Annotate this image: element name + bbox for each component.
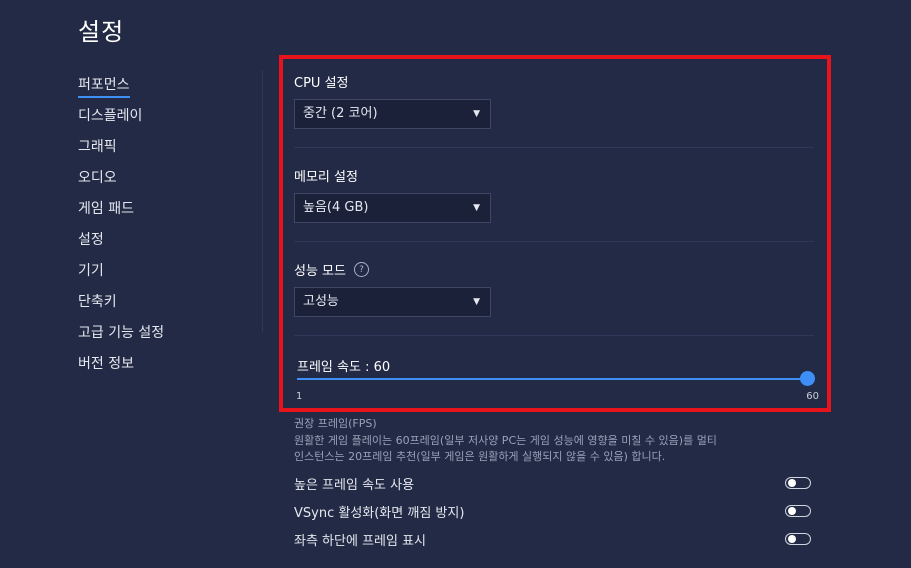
mode-label: 성능 모드: [294, 264, 346, 279]
mode-label-row: 성능 모드 ?: [294, 260, 814, 279]
recommended-line-1: 원활한 게임 플레이는 60프레임(일부 저사양 PC는 게임 성능에 영향을 …: [294, 434, 717, 447]
sidebar-divider: [262, 70, 263, 332]
mode-section: 성능 모드 ? 고성능 ▼: [294, 260, 814, 317]
page-title: 설정: [78, 18, 125, 46]
sidebar-item-label: 버전 정보: [78, 356, 134, 372]
sidebar-item-device[interactable]: 기기: [78, 258, 248, 289]
toggle-knob: [788, 479, 796, 487]
memory-select-value: 높음(4 GB): [303, 200, 369, 215]
sidebar-item-settings[interactable]: 설정: [78, 227, 248, 258]
memory-label: 메모리 설정: [294, 170, 358, 185]
toggle-row-vsync: VSync 활성화(화면 깨짐 방지): [294, 502, 814, 522]
sidebar-item-label: 디스플레이: [78, 108, 143, 124]
performance-panel: CPU 설정 중간 (2 코어) ▼ 메모리 설정 높음(4 GB) ▼ 성능 …: [279, 55, 831, 412]
sidebar-item-graphics[interactable]: 그래픽: [78, 134, 248, 165]
toggle-label: VSync 활성화(화면 깨짐 방지): [294, 506, 465, 521]
recommended-line-2: 인스턴스는 20프레임 추천(일부 게임은 원활하게 실행되지 않을 수 있음)…: [294, 450, 666, 463]
section-divider: [294, 335, 814, 336]
sidebar-item-display[interactable]: 디스플레이: [78, 103, 248, 134]
section-divider: [294, 241, 814, 242]
show-fps-toggle[interactable]: [785, 533, 811, 545]
sidebar-item-label: 고급 기능 설정: [78, 325, 165, 341]
dropdown-arrow-icon: ▼: [473, 203, 480, 213]
memory-section: 메모리 설정 높음(4 GB) ▼: [294, 166, 814, 223]
sidebar-item-label: 그래픽: [78, 139, 117, 155]
recommended-fps-description: 원활한 게임 플레이는 60프레임(일부 저사양 PC는 게임 성능에 영향을 …: [294, 433, 794, 465]
sidebar-item-gamepad[interactable]: 게임 패드: [78, 196, 248, 227]
sidebar-item-label: 퍼포먼스: [78, 74, 130, 98]
mode-select[interactable]: 고성능 ▼: [294, 287, 491, 317]
toggle-knob: [788, 535, 796, 543]
fps-min-label: 1: [296, 391, 303, 402]
toggle-row-show-fps: 좌측 하단에 프레임 표시: [294, 530, 814, 550]
sidebar-item-label: 설정: [78, 232, 104, 248]
fps-max-label: 60: [806, 391, 819, 402]
fps-slider[interactable]: [297, 371, 815, 386]
sidebar-item-label: 오디오: [78, 170, 117, 186]
sidebar-item-audio[interactable]: 오디오: [78, 165, 248, 196]
toggle-knob: [788, 507, 796, 515]
vsync-toggle[interactable]: [785, 505, 811, 517]
sidebar-item-label: 게임 패드: [78, 201, 134, 217]
cpu-section: CPU 설정 중간 (2 코어) ▼: [294, 72, 814, 129]
help-icon[interactable]: ?: [353, 262, 369, 277]
mode-select-value: 고성능: [303, 294, 339, 309]
memory-select[interactable]: 높음(4 GB) ▼: [294, 193, 491, 223]
sidebar-item-advanced[interactable]: 고급 기능 설정: [78, 320, 248, 351]
sidebar-item-performance[interactable]: 퍼포먼스: [78, 72, 248, 103]
cpu-select-value: 중간 (2 코어): [303, 106, 378, 121]
sidebar-item-label: 기기: [78, 263, 104, 279]
cpu-select[interactable]: 중간 (2 코어) ▼: [294, 99, 491, 129]
recommended-fps-title: 권장 프레임(FPS): [294, 417, 377, 430]
toggle-label: 좌측 하단에 프레임 표시: [294, 534, 426, 549]
dropdown-arrow-icon: ▼: [473, 297, 480, 307]
toggle-label: 높은 프레임 속도 사용: [294, 478, 415, 493]
cpu-label: CPU 설정: [294, 76, 349, 91]
fps-label: 프레임 속도 : 60: [297, 360, 391, 375]
dropdown-arrow-icon: ▼: [473, 109, 480, 119]
sidebar-item-label: 단축키: [78, 294, 117, 310]
settings-sidebar: 퍼포먼스 디스플레이 그래픽 오디오 게임 패드 설정 기기 단축키 고급 기능…: [78, 72, 248, 382]
fps-slider-handle[interactable]: [800, 371, 815, 386]
high-fps-toggle[interactable]: [785, 477, 811, 489]
toggle-row-high-fps: 높은 프레임 속도 사용: [294, 474, 814, 494]
sidebar-item-version[interactable]: 버전 정보: [78, 351, 248, 382]
sidebar-item-shortcuts[interactable]: 단축키: [78, 289, 248, 320]
section-divider: [294, 147, 814, 148]
